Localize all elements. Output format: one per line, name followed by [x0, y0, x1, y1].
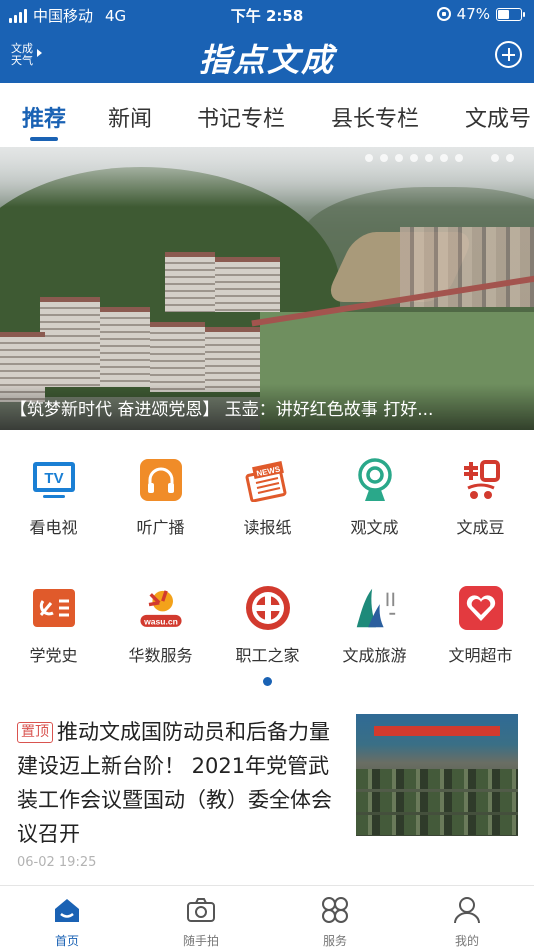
active-tab-indicator: [30, 137, 58, 141]
tab-county-head-column[interactable]: 县长专栏: [331, 101, 419, 133]
grid-label: 学党史: [29, 646, 78, 665]
heart-hands-icon: [457, 584, 505, 632]
home-icon: [55, 899, 79, 922]
nav-home[interactable]: 首页: [0, 896, 134, 949]
news-item[interactable]: 置顶 推动文成国防动员和后备力量建设迈上新台阶！ 2021年党管武装工作会议暨国动…: [0, 700, 534, 882]
bottom-nav: 首页 随手拍 服务 我的: [0, 885, 534, 950]
newspaper-icon: NEWS: [244, 456, 292, 504]
grid-item-newspaper[interactable]: NEWS 读报纸: [214, 456, 321, 538]
battery-percent: 47%: [456, 5, 490, 23]
party-history-icon: [30, 584, 78, 632]
wenchengdou-logo-icon: [457, 456, 505, 504]
grid-item-civilized-market[interactable]: 文明超市: [427, 584, 534, 666]
tab-news[interactable]: 新闻: [108, 101, 152, 133]
grid-item-tv[interactable]: TV 看电视: [0, 456, 107, 538]
grid-item-wencheng-dou[interactable]: 文成豆: [427, 456, 534, 538]
news-headline: 推动文成国防动员和后备力量建设迈上新台阶！ 2021年党管武装工作会议暨国动（教…: [17, 720, 332, 846]
grid-item-workers-home[interactable]: 职工之家: [214, 584, 321, 666]
category-tabs: 推荐 新闻 书记专栏 县长专栏 文成号: [0, 83, 534, 147]
user-icon: [454, 897, 480, 924]
app-title: 指点文成: [198, 41, 335, 79]
svg-text:wasu.cn: wasu.cn: [143, 616, 178, 626]
camera-icon: [187, 898, 215, 922]
tab-secretary-column[interactable]: 书记专栏: [197, 101, 285, 133]
grid-label: 听广播: [136, 518, 185, 537]
hero-banner[interactable]: 【筑梦新时代 奋进颂党恩】 玉壶：讲好红色故事 打好...: [0, 147, 534, 430]
battery-icon: [496, 7, 525, 21]
add-button[interactable]: [495, 41, 522, 68]
grid-item-party-history[interactable]: 学党史: [0, 584, 107, 666]
nav-profile[interactable]: 我的: [400, 896, 534, 949]
tab-recommend[interactable]: 推荐: [22, 101, 66, 133]
nav-label: 我的: [454, 934, 479, 948]
carousel-indicator: [365, 154, 514, 162]
status-bar: 中国移动 4G 下午 2:58 47%: [0, 0, 534, 28]
headphones-icon: [137, 456, 185, 504]
services-icon: [322, 897, 348, 923]
svg-text:TV: TV: [44, 470, 63, 487]
grid-item-radio[interactable]: 听广播: [107, 456, 214, 538]
app-header: 中国移动 4G 下午 2:58 47% 文成 天气 指点文成: [0, 0, 534, 83]
grid-item-wasu[interactable]: wasu.cn 华数服务: [107, 584, 214, 666]
tourism-logo-icon: [351, 584, 399, 632]
nav-snapshot[interactable]: 随手拍: [134, 896, 268, 949]
wasu-logo-icon: wasu.cn: [137, 584, 185, 632]
grid-label: 观文成: [350, 518, 399, 537]
nav-label: 服务: [322, 934, 347, 948]
grid-item-watch-wencheng[interactable]: 观文成: [321, 456, 428, 538]
grid-page-indicator: [263, 677, 272, 686]
grid-label: 读报纸: [243, 518, 292, 537]
news-thumbnail: [356, 714, 518, 836]
orientation-lock-icon: [436, 7, 451, 21]
trade-union-icon: [244, 584, 292, 632]
tab-wencheng-account[interactable]: 文成号: [465, 101, 531, 133]
news-date: 06-02 19:25: [17, 855, 97, 870]
pinned-badge: 置顶: [17, 722, 53, 743]
grid-label: 文成旅游: [342, 646, 407, 665]
tv-icon: TV: [30, 456, 78, 504]
nav-services[interactable]: 服务: [268, 896, 402, 949]
grid-label: 职工之家: [235, 646, 300, 665]
banner-caption: 【筑梦新时代 奋进颂党恩】 玉壶：讲好红色故事 打好...: [10, 400, 434, 420]
grid-label: 文成豆: [456, 518, 505, 537]
news-title: 置顶 推动文成国防动员和后备力量建设迈上新台阶！ 2021年党管武装工作会议暨国动…: [17, 715, 347, 851]
nav-label: 首页: [54, 934, 79, 948]
webcam-icon: [351, 456, 399, 504]
grid-item-tourism[interactable]: 文成旅游: [321, 584, 428, 666]
grid-label: 文明超市: [448, 646, 513, 665]
grid-label: 看电视: [29, 518, 78, 537]
nav-label: 随手拍: [182, 934, 219, 948]
grid-label: 华数服务: [128, 646, 193, 665]
